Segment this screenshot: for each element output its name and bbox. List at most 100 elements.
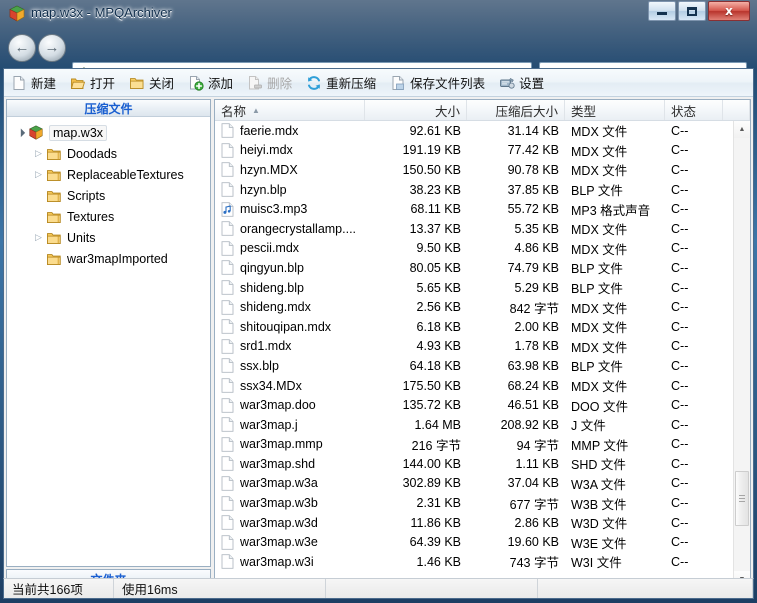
table-row[interactable]: war3map.mmp 216 字节 94 字节 MMP 文件 C--	[215, 435, 750, 455]
column-header-2[interactable]: 压缩后大小	[467, 100, 565, 120]
table-row[interactable]: pescii.mdx 9.50 KB 4.86 KB MDX 文件 C--	[215, 239, 750, 259]
cell-text: war3map.w3b	[240, 496, 318, 511]
cell-status: C--	[665, 555, 723, 569]
cell-text: BLP 文件	[571, 184, 623, 199]
cell-packed: 5.35 KB	[467, 222, 565, 236]
column-header-0[interactable]: 名称 ▲	[215, 100, 365, 120]
cell-text: muisc3.mp3	[240, 202, 308, 217]
table-row[interactable]: hzyn.MDX 150.50 KB 90.78 KB MDX 文件 C--	[215, 160, 750, 180]
table-row[interactable]: ssx34.MDx 175.50 KB 68.24 KB MDX 文件 C--	[215, 376, 750, 396]
minimize-button[interactable]	[648, 1, 676, 21]
cell-text: 5.29 KB	[514, 280, 559, 295]
forward-button[interactable]: →	[38, 34, 66, 62]
table-row[interactable]: ssx.blp 64.18 KB 63.98 KB BLP 文件 C--	[215, 356, 750, 376]
cell-size: 5.65 KB	[365, 281, 467, 295]
table-row[interactable]: hzyn.blp 38.23 KB 37.85 KB BLP 文件 C--	[215, 180, 750, 200]
cell-text: 144.00 KB	[402, 456, 461, 471]
file-icon	[221, 162, 234, 178]
tree-item-label: ReplaceableTextures	[67, 167, 184, 182]
table-row[interactable]: war3map.shd 144.00 KB 1.11 KB SHD 文件 C--	[215, 454, 750, 474]
column-header-label: 状态	[671, 104, 697, 119]
cell-text: MP3 格式声音	[571, 203, 651, 218]
cell-packed: 55.72 KB	[467, 202, 565, 216]
archive-tree[interactable]: ◢ map.w3x ▷ Doodads ▷ ReplaceableTextures Scri…	[7, 118, 210, 566]
file-icon	[221, 456, 234, 472]
cell-name: shideng.mdx	[215, 299, 365, 315]
cell-text: C--	[671, 260, 689, 275]
cell-text: BLP 文件	[571, 360, 623, 375]
file-list-rows[interactable]: faerie.mdx 92.61 KB 31.14 KB MDX 文件 C-- heiyi…	[215, 121, 750, 588]
cell-text: 175.50 KB	[402, 378, 461, 393]
table-row[interactable]: srd1.mdx 4.93 KB 1.78 KB MDX 文件 C--	[215, 337, 750, 357]
chevron-right-icon[interactable]: ▷	[33, 148, 44, 159]
table-row[interactable]: shideng.mdx 2.56 KB 842 字节 MDX 文件 C--	[215, 297, 750, 317]
table-row[interactable]: orangecrystallamp.... 13.37 KB 5.35 KB MDX …	[215, 219, 750, 239]
toolbar-item-recompress[interactable]: 重新压缩	[301, 70, 383, 96]
toolbar-item-new[interactable]: 新建	[6, 70, 63, 96]
table-row[interactable]: shitouqipan.mdx 6.18 KB 2.00 KB MDX 文件 C--	[215, 317, 750, 337]
cell-text: W3B 文件	[571, 497, 627, 512]
toolbar-item-open[interactable]: 打开	[65, 70, 122, 96]
table-row[interactable]: war3map.j 1.64 MB 208.92 KB J 文件 C--	[215, 415, 750, 435]
cell-text: 5.35 KB	[514, 221, 559, 236]
cell-size: 4.93 KB	[365, 339, 467, 353]
close-button[interactable]: x	[708, 1, 750, 21]
tree-item-war3mapimported[interactable]: war3mapImported	[7, 248, 210, 269]
cell-packed: 1.78 KB	[467, 339, 565, 353]
file-icon	[221, 378, 234, 393]
cell-packed: 74.79 KB	[467, 261, 565, 275]
tree-item-doodads[interactable]: ▷ Doodads	[7, 143, 210, 164]
table-row[interactable]: muisc3.mp3 68.11 KB 55.72 KB MP3 格式声音 C--	[215, 199, 750, 219]
tree-item-units[interactable]: ▷ Units	[7, 227, 210, 248]
tree-item-map-w3x[interactable]: ◢ map.w3x	[7, 122, 210, 143]
tree-item-scripts[interactable]: Scripts	[7, 185, 210, 206]
table-row[interactable]: shideng.blp 5.65 KB 5.29 KB BLP 文件 C--	[215, 278, 750, 298]
chevron-right-icon[interactable]: ▷	[33, 169, 44, 180]
file-icon	[221, 397, 234, 413]
table-row[interactable]: war3map.w3e 64.39 KB 19.60 KB W3E 文件 C--	[215, 532, 750, 552]
scroll-up-button[interactable]: ▲	[734, 121, 750, 138]
toolbar-item-close[interactable]: 关闭	[124, 70, 181, 96]
cell-text: 46.51 KB	[507, 398, 559, 413]
vertical-scrollbar[interactable]: ▲ ▼	[733, 121, 750, 588]
cell-text: 302.89 KB	[402, 476, 461, 491]
toolbar-item-add[interactable]: 添加	[183, 70, 240, 96]
table-row[interactable]: war3map.doo 135.72 KB 46.51 KB DOO 文件 C--	[215, 395, 750, 415]
cell-text: shideng.mdx	[240, 300, 311, 315]
table-row[interactable]: qingyun.blp 80.05 KB 74.79 KB BLP 文件 C--	[215, 258, 750, 278]
cell-status: C--	[665, 222, 723, 236]
cell-text: war3map.w3a	[240, 476, 318, 491]
cell-text: 6.18 KB	[416, 319, 461, 334]
table-row[interactable]: faerie.mdx 92.61 KB 31.14 KB MDX 文件 C--	[215, 121, 750, 141]
chevron-down-icon[interactable]: ◢	[13, 125, 29, 141]
cell-text: MDX 文件	[571, 340, 628, 355]
table-row[interactable]: war3map.w3d 11.86 KB 2.86 KB W3D 文件 C--	[215, 513, 750, 533]
tree-item-replaceabletextures[interactable]: ▷ ReplaceableTextures	[7, 164, 210, 185]
cell-packed: 743 字节	[467, 552, 565, 571]
tree-line-spacer	[33, 190, 44, 201]
column-header-1[interactable]: 大小	[365, 100, 467, 120]
tree-item-textures[interactable]: Textures	[7, 206, 210, 227]
cell-name: ssx.blp	[215, 358, 365, 374]
table-row[interactable]: war3map.w3a 302.89 KB 37.04 KB W3A 文件 C--	[215, 474, 750, 494]
cell-text: W3I 文件	[571, 556, 622, 571]
back-button[interactable]: ←	[8, 34, 36, 62]
file-icon	[221, 182, 234, 197]
cell-packed: 68.24 KB	[467, 379, 565, 393]
file-list-header[interactable]: 名称 ▲ 大小 压缩后大小 类型 状态	[215, 100, 750, 121]
toolbar-item-save-filelist[interactable]: 保存文件列表	[385, 70, 492, 96]
table-row[interactable]: heiyi.mdx 191.19 KB 77.42 KB MDX 文件 C--	[215, 141, 750, 161]
chevron-right-icon[interactable]: ▷	[33, 232, 44, 243]
column-header-4[interactable]: 状态	[665, 100, 723, 120]
maximize-button[interactable]	[678, 1, 706, 21]
table-row[interactable]: war3map.w3i 1.46 KB 743 字节 W3I 文件 C--	[215, 552, 750, 572]
table-row[interactable]: war3map.w3b 2.31 KB 677 字节 W3B 文件 C--	[215, 493, 750, 513]
scrollbar-thumb[interactable]	[735, 471, 749, 526]
cell-text: shitouqipan.mdx	[240, 319, 332, 334]
column-header-3[interactable]: 类型	[565, 100, 665, 120]
cell-text: war3map.w3d	[240, 515, 318, 530]
cell-text: 94 字节	[516, 438, 559, 453]
cell-type: MP3 格式声音	[565, 200, 665, 219]
toolbar-item-settings[interactable]: 设置	[494, 70, 551, 96]
cell-packed: 2.00 KB	[467, 320, 565, 334]
